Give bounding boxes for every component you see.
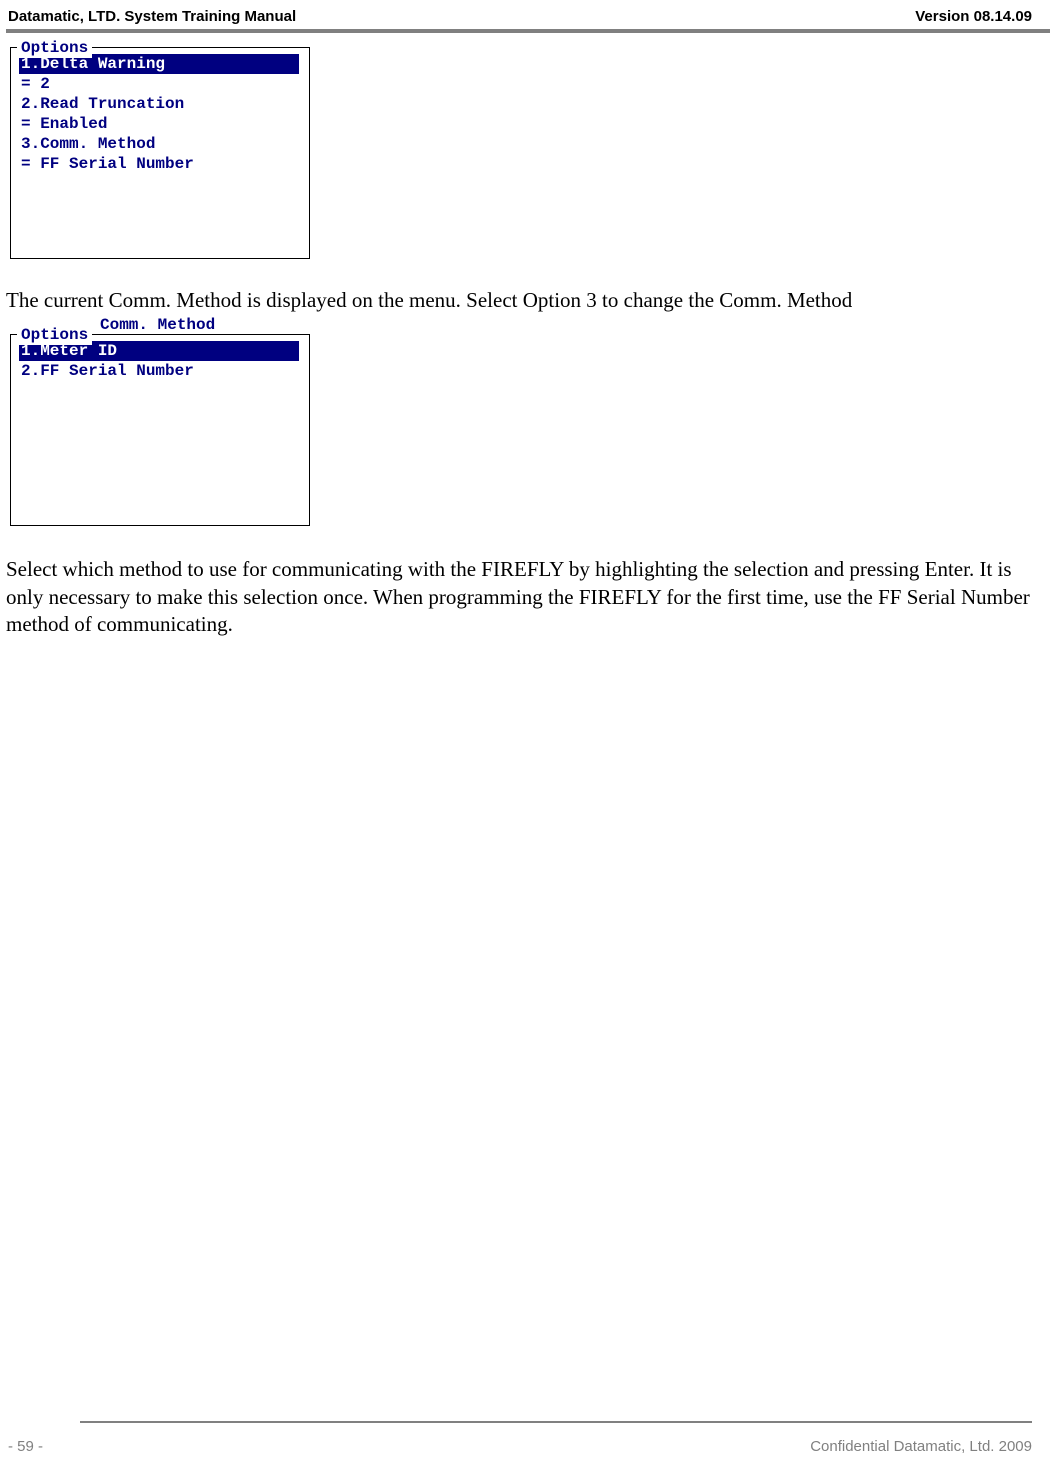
options-box-2-legend: Options	[17, 325, 92, 345]
options-box-1-line: 3.Comm. Method	[19, 134, 303, 154]
options-box-1-line: = 2	[19, 74, 303, 94]
header-rule	[6, 29, 1050, 33]
paragraph-1: The current Comm. Method is displayed on…	[6, 287, 1032, 314]
header-right: Version 08.14.09	[915, 8, 1032, 25]
options-box-1-legend: Options	[17, 38, 92, 58]
options-box-2-wrap: Comm. Method Options 1.Meter ID 2.FF Ser…	[10, 316, 1056, 526]
document-page: Datamatic, LTD. System Training Manual V…	[0, 0, 1056, 1471]
options-box-2-content: 1.Meter ID 2.FF Serial Number	[11, 335, 309, 525]
page-header: Datamatic, LTD. System Training Manual V…	[0, 0, 1056, 29]
footer-confidential: Confidential Datamatic, Ltd. 2009	[810, 1438, 1032, 1455]
options-box-2: Options 1.Meter ID 2.FF Serial Number	[10, 334, 310, 526]
paragraph-2: Select which method to use for communica…	[6, 556, 1032, 638]
header-left: Datamatic, LTD. System Training Manual	[8, 8, 296, 25]
page-footer: - 59 - Confidential Datamatic, Ltd. 2009	[8, 1438, 1032, 1455]
options-box-1-line: = FF Serial Number	[19, 154, 303, 174]
options-box-1-content: 1.Delta Warning = 2 2.Read Truncation = …	[11, 48, 309, 258]
footer-page-number: - 59 -	[8, 1438, 43, 1455]
options-box-1: Options 1.Delta Warning = 2 2.Read Trunc…	[10, 47, 310, 259]
options-box-1-line: = Enabled	[19, 114, 303, 134]
options-box-2-line: 2.FF Serial Number	[19, 361, 303, 381]
options-box-1-line: 2.Read Truncation	[19, 94, 303, 114]
comm-method-header: Comm. Method	[10, 316, 1056, 334]
footer-rule	[80, 1421, 1032, 1423]
